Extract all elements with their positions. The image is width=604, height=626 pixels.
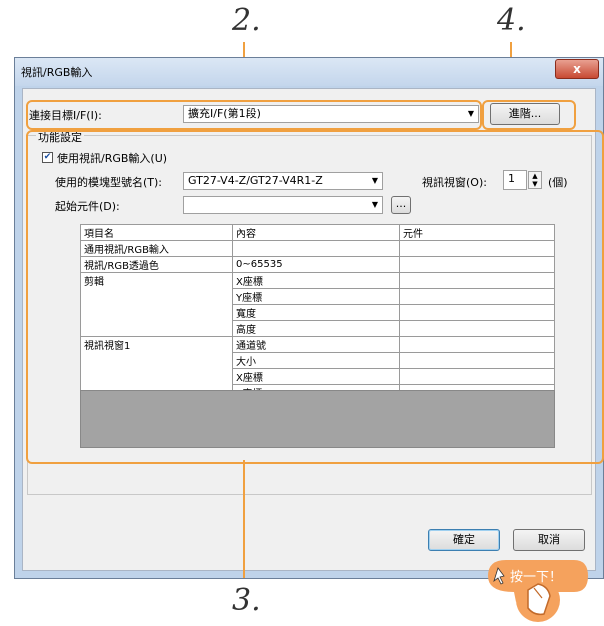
step-2-label: 2. [232,3,261,38]
close-button[interactable]: x [555,59,599,79]
title-bar: 視訊/RGB輸入 x [15,58,603,86]
callout-box-4 [482,100,576,130]
ok-button[interactable]: 確定 [428,529,500,551]
callout-box-2 [26,100,482,130]
callout-box-3 [26,130,604,464]
click-hint-badge [488,560,588,622]
step-4-label: 4. [497,3,526,38]
step-3-label: 3. [232,583,261,618]
callout-line-3 [243,460,245,578]
window-title: 視訊/RGB輸入 [21,66,93,79]
cancel-button[interactable]: 取消 [513,529,585,551]
click-hint-text: 按一下！ [510,570,563,585]
